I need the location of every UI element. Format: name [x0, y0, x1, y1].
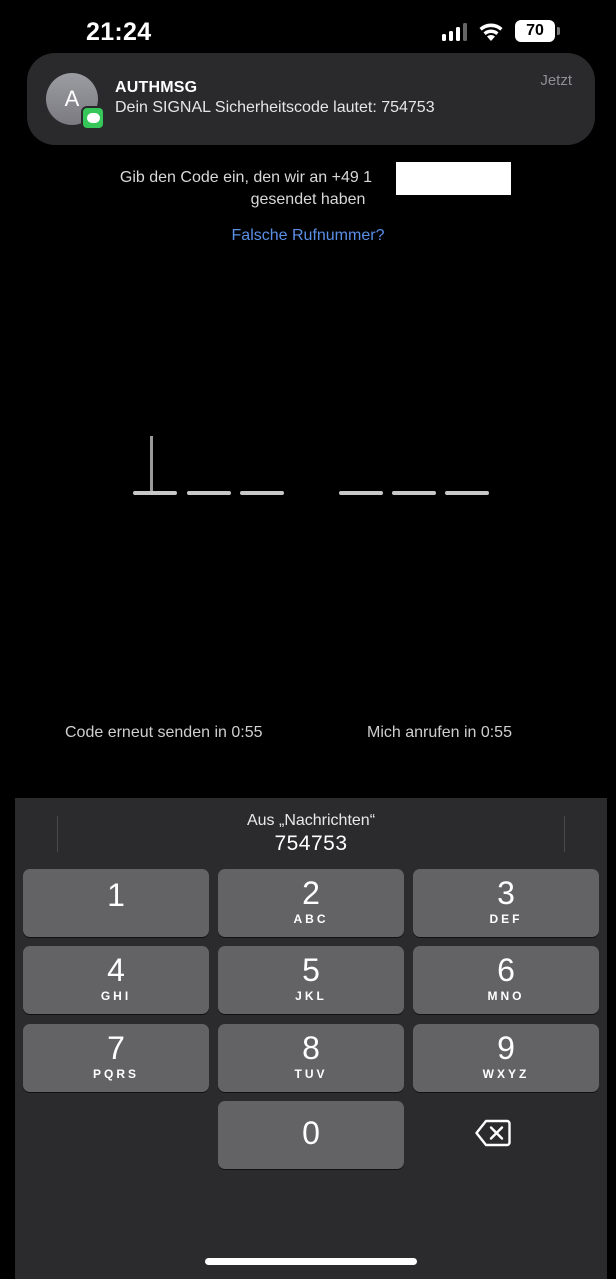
- status-icons: 70: [442, 20, 560, 42]
- key-0[interactable]: 0: [218, 1101, 404, 1169]
- key-4[interactable]: 4 GHI: [23, 946, 209, 1014]
- code-digit-slot: [339, 491, 383, 495]
- instruction-line-2: gesendet haben: [250, 191, 366, 208]
- code-digit-slot: [187, 491, 231, 495]
- notification-sender: AUTHMSG: [115, 79, 198, 96]
- messages-icon: [81, 106, 105, 130]
- key-5[interactable]: 5 JKL: [218, 946, 404, 1014]
- text-cursor: [150, 436, 153, 491]
- redacted-phone-number: [396, 162, 511, 195]
- status-time: 21:24: [86, 18, 152, 46]
- key-7[interactable]: 7 PQRS: [23, 1024, 209, 1092]
- battery-icon: 70: [515, 20, 560, 42]
- screen: 21:24 70 A AUTHMSG Dein SIGNAL Sicherhei…: [0, 0, 616, 1279]
- code-digit-slot: [133, 491, 177, 495]
- notification-body: Dein SIGNAL Sicherheitscode lautet: 7547…: [115, 99, 435, 116]
- suggestion-source: Aus „Nachrichten“: [246, 812, 376, 829]
- wifi-icon: [479, 23, 503, 41]
- message-notification[interactable]: A AUTHMSG Dein SIGNAL Sicherheitscode la…: [27, 53, 595, 145]
- key-2[interactable]: 2 ABC: [218, 869, 404, 937]
- verification-instruction: Gib den Code ein, den wir an +49 1 gesen…: [0, 167, 616, 211]
- key-6[interactable]: 6 MNO: [413, 946, 599, 1014]
- wrong-number-link[interactable]: Falsche Rufnummer?: [0, 227, 616, 245]
- backspace-icon[interactable]: [475, 1118, 511, 1148]
- key-3[interactable]: 3 DEF: [413, 869, 599, 937]
- cellular-signal-icon: [442, 21, 467, 41]
- key-1[interactable]: 1: [23, 869, 209, 937]
- code-digit-slot: [392, 491, 436, 495]
- battery-level: 70: [515, 20, 555, 42]
- instruction-line-1: Gib den Code ein, den wir an +49 1: [119, 169, 373, 186]
- key-9[interactable]: 9 WXYZ: [413, 1024, 599, 1092]
- call-me-button[interactable]: Mich anrufen in 0:55: [367, 724, 512, 742]
- resend-code-button[interactable]: Code erneut senden in 0:55: [65, 724, 262, 742]
- home-indicator[interactable]: [205, 1258, 417, 1265]
- code-digit-slot: [445, 491, 489, 495]
- key-8[interactable]: 8 TUV: [218, 1024, 404, 1092]
- code-digit-slot: [240, 491, 284, 495]
- notification-time: Jetzt: [540, 72, 572, 89]
- suggestion-code: 754753: [274, 832, 348, 855]
